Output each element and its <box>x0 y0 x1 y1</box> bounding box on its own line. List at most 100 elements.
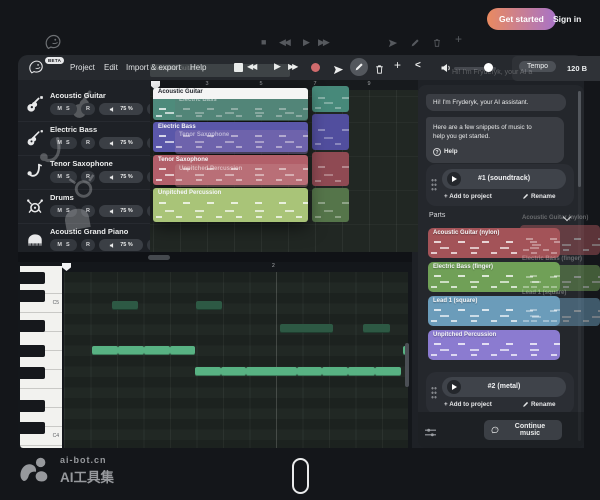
midi-note[interactable] <box>170 346 195 355</box>
drag-handle-icon[interactable] <box>431 178 437 191</box>
add-button[interactable]: + <box>394 58 401 72</box>
get-started-button[interactable]: Get started <box>487 8 556 30</box>
assistant-greeting: Hi! I'm Fryderyk, your AI assistant. <box>426 94 566 111</box>
mute-solo-buttons[interactable]: MS <box>50 171 77 183</box>
watermark-domain: ai-bot.cn <box>60 455 114 465</box>
mute-solo-buttons[interactable]: MS <box>50 205 77 217</box>
preview-clip-tenor-saxophone[interactable]: Tenor Saxophone Unpitched Percussion <box>153 155 308 185</box>
add-to-project-button[interactable]: + Add to project <box>444 401 492 408</box>
track-list: Acoustic Guitar MS R 75 % ·+ Electric Ba… <box>18 80 150 252</box>
record-arm-button[interactable]: R <box>81 137 95 149</box>
trash-icon <box>432 38 442 50</box>
record-arm-button[interactable]: R <box>81 205 95 217</box>
midi-note[interactable] <box>322 367 348 376</box>
pencil-icon <box>522 401 529 408</box>
rewind-icon: ◀◀ <box>279 37 289 47</box>
rename-button[interactable]: Rename <box>522 401 556 408</box>
preview-clip-unpitched-percussion[interactable]: Unpitched Percussion <box>153 188 308 222</box>
mute-solo-buttons[interactable]: MS <box>50 103 77 115</box>
continue-music-button[interactable]: Continue music <box>484 420 562 440</box>
midi-note[interactable] <box>375 367 401 376</box>
help-link[interactable]: ? Help <box>433 147 557 156</box>
pencil-icon <box>522 193 529 200</box>
track-volume-button[interactable]: 75 % <box>99 205 143 217</box>
pencil-tool-button[interactable] <box>350 58 368 76</box>
midi-note[interactable] <box>246 367 297 376</box>
part-acoustic-guitar-nylon[interactable]: Acoustic Guitar (nylon) <box>428 228 560 258</box>
track-volume-button[interactable]: 75 % <box>99 137 143 149</box>
mute-solo-buttons[interactable]: MS <box>50 137 77 149</box>
midi-note[interactable] <box>363 324 390 333</box>
pin-tool-button[interactable] <box>333 62 344 80</box>
assistant-footer: Continue music <box>418 412 584 448</box>
clip-unpitched-percussion[interactable] <box>312 188 349 222</box>
watermark: ai-bot.cn AI工具集 <box>16 454 114 486</box>
midi-note[interactable] <box>348 367 375 376</box>
panel-scrollbar-thumb[interactable] <box>578 91 581 187</box>
record-arm-button[interactable]: R <box>81 239 95 251</box>
rename-button[interactable]: Rename <box>522 193 556 200</box>
electric-bass-icon <box>26 129 44 147</box>
drag-preview-group[interactable]: Acoustic Guitar Electric Bass Electric B… <box>153 88 308 224</box>
sliders-icon[interactable] <box>424 425 437 443</box>
track-name: Tenor Saxophone <box>50 159 113 168</box>
track-name: Acoustic Guitar <box>50 91 106 100</box>
menu-edit[interactable]: Edit <box>104 63 118 72</box>
beta-badge: BETA <box>45 57 64 64</box>
record-arm-button[interactable]: R <box>81 171 95 183</box>
horizontal-scrollbar[interactable] <box>18 252 412 262</box>
fryderyk-logo-icon <box>490 425 500 435</box>
midi-note[interactable] <box>297 367 322 376</box>
track-row-acoustic-guitar[interactable]: Acoustic Guitar MS R 75 % ·+ <box>18 88 150 122</box>
mute-solo-buttons[interactable]: MS <box>50 239 77 251</box>
snippet-pill[interactable]: #1 (soundtrack) <box>442 169 566 189</box>
drag-ghost-clip-header: Acoustic Guitar <box>150 64 290 77</box>
clip-electric-bass[interactable] <box>312 114 349 150</box>
midi-note[interactable] <box>196 301 222 310</box>
menu-project[interactable]: Project <box>70 63 95 72</box>
track-volume-button[interactable]: 75 % <box>99 171 143 183</box>
midi-note[interactable] <box>221 367 246 376</box>
midi-note[interactable] <box>280 324 333 333</box>
midi-note[interactable] <box>144 346 170 355</box>
sign-in-link[interactable]: Sign in <box>553 14 581 24</box>
preview-clip-acoustic-guitar[interactable]: Acoustic Guitar Electric Bass <box>153 88 308 120</box>
drag-ghost-overlay: Unpitched Percussion <box>175 164 308 187</box>
ghost-greeting-text: Hi! I'm Fryderyk, your AI a <box>452 69 600 76</box>
trash-button[interactable] <box>374 62 385 80</box>
drag-handle-icon[interactable] <box>431 386 437 399</box>
part-electric-bass-finger[interactable]: Electric Bass (finger) <box>428 262 560 292</box>
midi-note[interactable] <box>195 367 221 376</box>
track-row-electric-bass[interactable]: Electric Bass MS R 75 % ·+ <box>18 122 150 156</box>
horizontal-scrollbar-handle[interactable] <box>148 255 170 260</box>
snippet-title: #1 (soundtrack) <box>442 169 566 189</box>
pencil-icon <box>410 38 420 50</box>
add-to-project-button[interactable]: + Add to project <box>444 193 492 200</box>
record-button[interactable] <box>311 63 320 72</box>
part-unpitched-percussion[interactable]: Unpitched Percussion <box>428 330 560 360</box>
track-row-drums[interactable]: Drums MS R 75 % ·+ <box>18 190 150 224</box>
track-name: Acoustic Grand Piano <box>50 227 128 236</box>
piano-roll: 2 C5 C4 <box>18 262 412 448</box>
clip-tenor-saxophone[interactable] <box>312 152 349 186</box>
preview-clip-electric-bass[interactable]: Electric Bass Tenor Saxophone <box>153 122 308 152</box>
snippet-pill[interactable]: #2 (metal) <box>442 377 566 397</box>
track-row-tenor-saxophone[interactable]: Tenor Saxophone MS R 75 % ·+ <box>18 156 150 190</box>
share-button[interactable]: < <box>415 60 421 71</box>
midi-note[interactable] <box>92 346 118 355</box>
fryderyk-logo-icon <box>42 31 64 53</box>
part-lead-1-square[interactable]: Lead 1 (square) <box>428 296 560 326</box>
ghost-part-label: Acoustic Guitar (nylon) <box>522 215 588 221</box>
arrange-view: 3 5 7 9 Acoustic Guitar Electric Bass El… <box>150 80 418 252</box>
record-arm-button[interactable]: R <box>81 103 95 115</box>
midi-note[interactable] <box>118 346 144 355</box>
piano-roll-scrollbar-thumb[interactable] <box>405 343 409 387</box>
midi-note[interactable] <box>112 301 138 310</box>
clip-acoustic-guitar[interactable] <box>312 86 349 112</box>
snippet-card-2: #2 (metal) + Add to project Rename <box>426 372 574 414</box>
track-volume-button[interactable]: 75 % <box>99 103 143 115</box>
play-icon: ▶ <box>303 37 310 47</box>
volume-icon[interactable] <box>440 61 452 79</box>
track-volume-button[interactable]: 75 % <box>99 239 143 251</box>
parts-label: Parts <box>429 212 445 219</box>
